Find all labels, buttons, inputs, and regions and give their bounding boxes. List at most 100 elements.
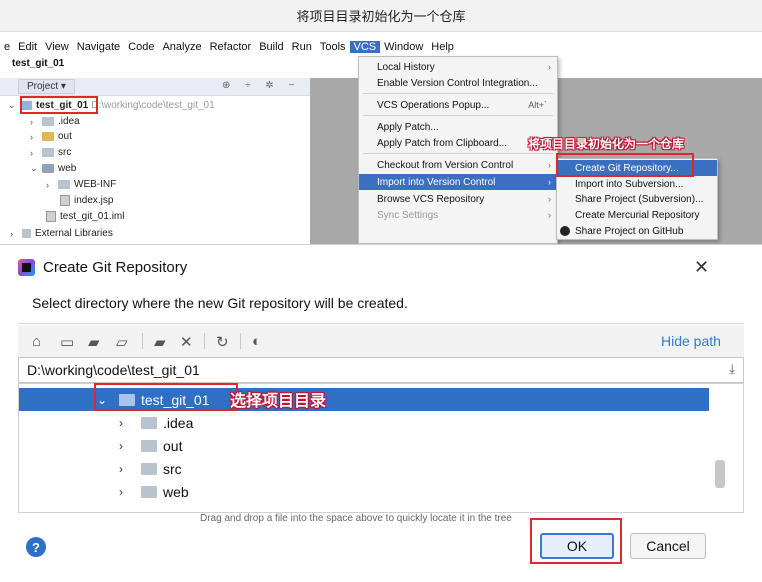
tree-row-src[interactable]: › src	[30, 145, 71, 160]
tree-label: web	[58, 163, 77, 174]
menu-label: Browse VCS Repository	[377, 193, 485, 205]
menu-item-edit[interactable]: Edit	[14, 41, 41, 53]
folder-icon	[58, 180, 70, 189]
chevron-right-icon: ›	[46, 179, 49, 190]
tree-label: External Libraries	[35, 228, 113, 239]
refresh-icon[interactable]: ↻	[216, 333, 229, 351]
scrollbar-thumb[interactable]	[715, 460, 725, 488]
chevron-down-icon: ⌄	[30, 163, 38, 173]
menu-item-navigate[interactable]: Navigate	[73, 41, 124, 53]
chevron-right-icon: ›	[119, 484, 123, 499]
toolbar-separator	[240, 333, 241, 349]
panel-tools-icons[interactable]: ⊕ ÷ ✲ −	[222, 80, 300, 91]
tree-label: test_git_01.iml	[60, 211, 125, 222]
menu-item-help[interactable]: Help	[427, 41, 458, 53]
delete-icon[interactable]: ✕	[180, 333, 193, 351]
tree-row-idea[interactable]: › .idea	[30, 114, 80, 129]
highlight-root-box	[20, 96, 98, 114]
menu-label: Import into Version Control	[377, 176, 496, 188]
tree-row-iml[interactable]: test_git_01.iml	[46, 209, 124, 224]
show-hidden-icon[interactable]: ◐	[252, 333, 261, 350]
home-icon[interactable]: ⌂	[32, 333, 41, 350]
drag-drop-hint: Drag and drop a file into the space abov…	[200, 513, 512, 524]
dialog-title: Create Git Repository	[18, 259, 187, 276]
folder-icon	[42, 164, 54, 173]
window-title: 将项目目录初始化为一个仓库	[296, 9, 466, 24]
menu-item-code[interactable]: Code	[124, 41, 158, 53]
cancel-button[interactable]: Cancel	[630, 533, 706, 559]
highlight-create-git-box	[556, 153, 694, 177]
project-view-tab-label: Project	[27, 81, 59, 92]
folder-icon	[141, 485, 157, 498]
path-input[interactable]: D:\working\code\test_git_01 ⤓	[18, 357, 744, 383]
jsp-file-icon	[60, 195, 70, 206]
dir-tree-row-idea[interactable]: › .idea	[19, 411, 709, 434]
menu-label: Sync Settings	[377, 209, 439, 221]
menu-item-build[interactable]: Build	[255, 41, 287, 53]
tree-label: src	[58, 147, 72, 158]
menu-label: Apply Patch from Clipboard...	[377, 137, 508, 149]
file-chooser-toolbar: ⌂ ▭ ▰ ▱ ▰ ✕ ↻ ◐ Hide path	[18, 325, 744, 357]
menu-item-e[interactable]: e	[0, 41, 14, 53]
dir-tree-row-src[interactable]: › src	[19, 457, 709, 480]
submenu-share-github[interactable]: Share Project on GitHub	[557, 223, 717, 239]
menu-label: Apply Patch...	[377, 121, 439, 133]
folder-icon	[141, 439, 157, 452]
menu-item-vcs[interactable]: VCS	[349, 41, 381, 53]
tree-label: out	[58, 131, 72, 142]
vcs-menu-checkout[interactable]: Checkout from Version Control ›	[359, 157, 557, 173]
dir-tree-label: out	[163, 437, 183, 454]
vcs-menu-enable-vc[interactable]: Enable Version Control Integration...	[359, 75, 557, 91]
dir-tree-row-out[interactable]: › out	[19, 434, 709, 457]
chevron-right-icon: ›	[119, 415, 123, 430]
project-breadcrumb: test_git_01	[12, 58, 65, 69]
path-input-value: D:\working\code\test_git_01	[27, 362, 200, 378]
submenu-import-subversion[interactable]: Import into Subversion...	[557, 176, 717, 192]
project-folder-icon[interactable]: ▰	[88, 333, 100, 351]
hide-path-link[interactable]: Hide path	[661, 333, 721, 349]
menu-item-run[interactable]: Run	[288, 41, 316, 53]
chevron-right-icon: ›	[548, 194, 551, 204]
new-folder-icon[interactable]: ▰	[154, 333, 166, 351]
ide-background: e Edit View Navigate Code Analyze Refact…	[0, 32, 762, 244]
download-icon[interactable]: ⤓	[729, 361, 735, 377]
menu-item-analyze[interactable]: Analyze	[158, 41, 205, 53]
dir-tree-row-web[interactable]: › web	[19, 480, 709, 503]
vcs-menu-local-history[interactable]: Local History ›	[359, 59, 557, 75]
toolbar-separator	[204, 333, 205, 349]
vcs-menu-operations-popup[interactable]: VCS Operations Popup... Alt+`	[359, 97, 557, 113]
help-button[interactable]: ?	[26, 537, 46, 557]
menu-label: Import into Subversion...	[575, 178, 684, 190]
submenu-share-subversion[interactable]: Share Project (Subversion)...	[557, 191, 717, 207]
menu-item-refactor[interactable]: Refactor	[206, 41, 256, 53]
vcs-menu-apply-patch[interactable]: Apply Patch...	[359, 119, 557, 135]
module-file-icon	[46, 211, 56, 222]
divider	[18, 323, 744, 324]
tree-label: .idea	[58, 116, 80, 127]
vcs-menu-import-vc[interactable]: Import into Version Control ›	[359, 174, 557, 190]
chevron-right-icon: ›	[548, 62, 551, 72]
tree-row-external[interactable]: › External Libraries	[10, 226, 113, 241]
desktop-icon[interactable]: ▭	[60, 333, 74, 351]
menu-separator	[363, 115, 553, 116]
folder-icon	[42, 132, 54, 141]
close-icon[interactable]: ✕	[694, 257, 709, 278]
dir-tree-label: web	[163, 483, 189, 500]
menu-label: Share Project on GitHub	[575, 225, 684, 237]
tree-row-out[interactable]: › out	[30, 129, 72, 144]
tree-row-indexjsp[interactable]: index.jsp	[60, 193, 113, 208]
vcs-menu-browse[interactable]: Browse VCS Repository ›	[359, 191, 557, 207]
project-view-tab[interactable]: Project ▾	[18, 79, 75, 94]
submenu-create-mercurial[interactable]: Create Mercurial Repository	[557, 207, 717, 223]
menu-separator	[363, 93, 553, 94]
chevron-right-icon: ›	[119, 461, 123, 476]
folder-icon	[141, 462, 157, 475]
menu-item-view[interactable]: View	[41, 41, 73, 53]
module-folder-icon[interactable]: ▱	[116, 333, 128, 351]
tree-row-webinf[interactable]: › WEB-INF	[46, 177, 116, 192]
tree-row-web[interactable]: ⌄ web	[30, 161, 76, 176]
intellij-logo-icon	[18, 259, 35, 276]
chevron-right-icon: ›	[30, 116, 33, 127]
menu-item-tools[interactable]: Tools	[316, 41, 350, 53]
menu-item-window[interactable]: Window	[380, 41, 427, 53]
